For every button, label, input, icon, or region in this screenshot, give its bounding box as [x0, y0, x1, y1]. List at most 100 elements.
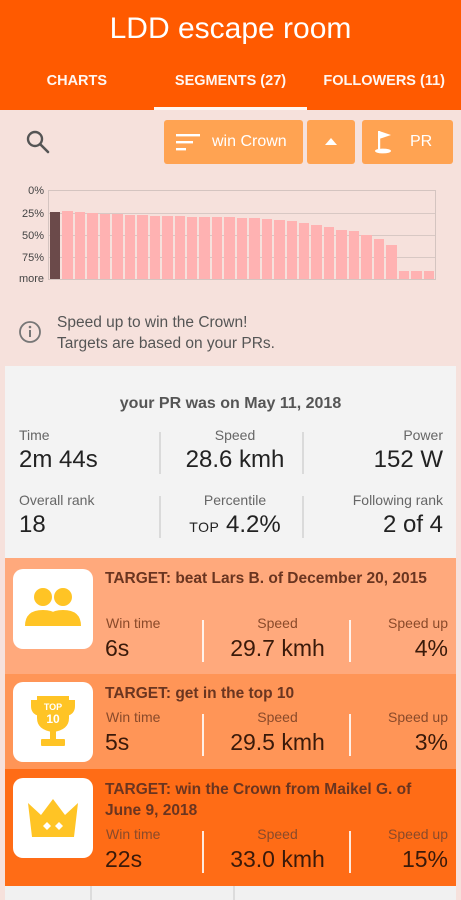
histogram-bar [224, 217, 235, 279]
speed-up-value: 15% [401, 846, 448, 872]
rank-histogram: 0% 25% 50% 75% more [0, 182, 461, 292]
pr-overall-rank: Overall rank 18 [19, 492, 94, 539]
target-title: TARGET: get in the top 10 [105, 685, 295, 702]
two-people-icon [25, 588, 81, 626]
target-title: TARGET: beat Lars B. of December 20, 201… [105, 570, 427, 587]
histogram-bar [261, 219, 273, 279]
target-top-10[interactable]: TOP 10 TARGET: get in the top 10 Win tim… [5, 674, 456, 769]
pr-title: your PR was on May 11, 2018 [119, 395, 342, 412]
pr-time-value: 2m 44s [19, 446, 98, 473]
golf-flag-icon [375, 131, 391, 154]
pr-time-label: Time [19, 427, 50, 443]
histogram-bar [137, 215, 148, 279]
sort-order-button[interactable] [307, 120, 355, 164]
histogram-bar [311, 225, 322, 279]
histogram-bar [162, 216, 173, 279]
pr-summary: your PR was on May 11, 2018 Time 2m 44s … [5, 366, 456, 558]
histogram-bar [174, 216, 185, 279]
tab-followers[interactable]: FOLLOWERS (11) [307, 62, 461, 110]
speed-up-label: Speed up [388, 826, 448, 842]
histogram-bar [249, 218, 260, 279]
histogram-bar [274, 220, 285, 279]
histogram-bar [112, 214, 123, 279]
pr-speed-label: Speed [214, 427, 256, 443]
divider [302, 432, 304, 474]
app-header: LDD escape room CHARTS SEGMENTS (27) FOL… [0, 0, 461, 110]
search-icon[interactable] [24, 128, 52, 156]
histogram-bar [236, 218, 248, 279]
following-rank-value: 2 of 4 [382, 511, 443, 538]
segment-card[interactable]: your PR was on May 11, 2018 Time 2m 44s … [5, 366, 456, 900]
sort-button[interactable]: win Crown [164, 120, 303, 164]
histogram-bar [373, 239, 385, 279]
histogram-bar [336, 230, 347, 279]
speed-value: 29.7 kmh [230, 635, 325, 661]
pr-speed: Speed 28.6 kmh [165, 427, 305, 474]
histogram-bar [149, 216, 161, 279]
divider [202, 714, 204, 756]
info-line-2: Targets are based on your PRs. [57, 335, 275, 352]
divider [90, 886, 92, 900]
histogram-label-50: 50% [21, 230, 44, 242]
pr-power: Power 152 W [374, 427, 443, 474]
divider [202, 620, 204, 662]
speed-up-label: Speed up [388, 709, 448, 725]
speed-up-value: 4% [414, 635, 448, 661]
histogram-bar [361, 235, 372, 279]
histogram-bar [299, 223, 310, 279]
target-icon-box [13, 778, 93, 858]
histogram-bar [186, 217, 198, 279]
histogram-bar [124, 215, 136, 279]
win-time-label: Win time [106, 826, 161, 842]
win-time-value: 6s [105, 635, 130, 661]
histogram-bar [323, 227, 335, 279]
win-time-value: 5s [105, 729, 130, 755]
speed-label: Speed [257, 615, 298, 631]
histogram-bar [386, 245, 397, 279]
following-rank-label: Following rank [352, 492, 443, 508]
sort-button-label: win Crown [212, 133, 287, 150]
target-beat-lars[interactable]: TARGET: beat Lars B. of December 20, 201… [5, 558, 456, 674]
percentile-prefix: TOP [189, 519, 220, 535]
pr-button-label: PR [410, 133, 433, 150]
next-row-peek [5, 886, 456, 900]
win-time-label: Win time [106, 709, 161, 725]
trophy-text-10: 10 [46, 712, 60, 726]
filter-panel: win Crown PR 0% 25% 50% 75% more Speed u… [0, 110, 461, 366]
pr-time: Time 2m 44s [19, 427, 98, 474]
speed-label: Speed [257, 709, 298, 725]
speed-up-value: 3% [414, 729, 448, 755]
pr-following-rank: Following rank 2 of 4 [353, 492, 443, 539]
histogram-label-more: more [18, 273, 44, 285]
tab-segments[interactable]: SEGMENTS (27) [153, 62, 308, 110]
histogram-bar [62, 211, 73, 279]
histogram-bar [211, 217, 223, 279]
histogram-label-75: 75% [21, 252, 44, 264]
histogram-bar [286, 221, 298, 279]
histogram-bar [411, 271, 422, 279]
target-icon-box: TOP 10 [13, 682, 93, 762]
pr-power-value: 152 W [373, 446, 443, 473]
histogram-label-25: 25% [21, 208, 44, 220]
histogram-bar [74, 212, 86, 279]
target-win-crown[interactable]: TARGET: win the Crown from Maikel G. of … [5, 769, 456, 886]
win-time-label: Win time [106, 615, 161, 631]
histogram-bar [87, 213, 98, 279]
divider [159, 432, 161, 474]
speed-value: 33.0 kmh [230, 846, 325, 872]
tab-charts[interactable]: CHARTS [0, 62, 154, 110]
info-text: Speed up to win the Crown! Targets are b… [57, 312, 275, 354]
trophy-text-top: TOP [44, 702, 62, 712]
triangle-up-icon [325, 138, 337, 145]
histogram-bar [423, 271, 434, 279]
pr-button[interactable]: PR [362, 120, 453, 164]
win-time-value: 22s [105, 846, 143, 872]
histogram-bar-you [50, 212, 61, 279]
target-title: TARGET: win the Crown from Maikel G. of … [105, 781, 412, 819]
histogram-bar [348, 231, 360, 279]
tab-bar: CHARTS SEGMENTS (27) FOLLOWERS (11) [0, 62, 461, 110]
divider [233, 886, 235, 900]
speed-label: Speed [257, 826, 298, 842]
speed-up-label: Speed up [388, 615, 448, 631]
histogram-plot [48, 190, 436, 280]
